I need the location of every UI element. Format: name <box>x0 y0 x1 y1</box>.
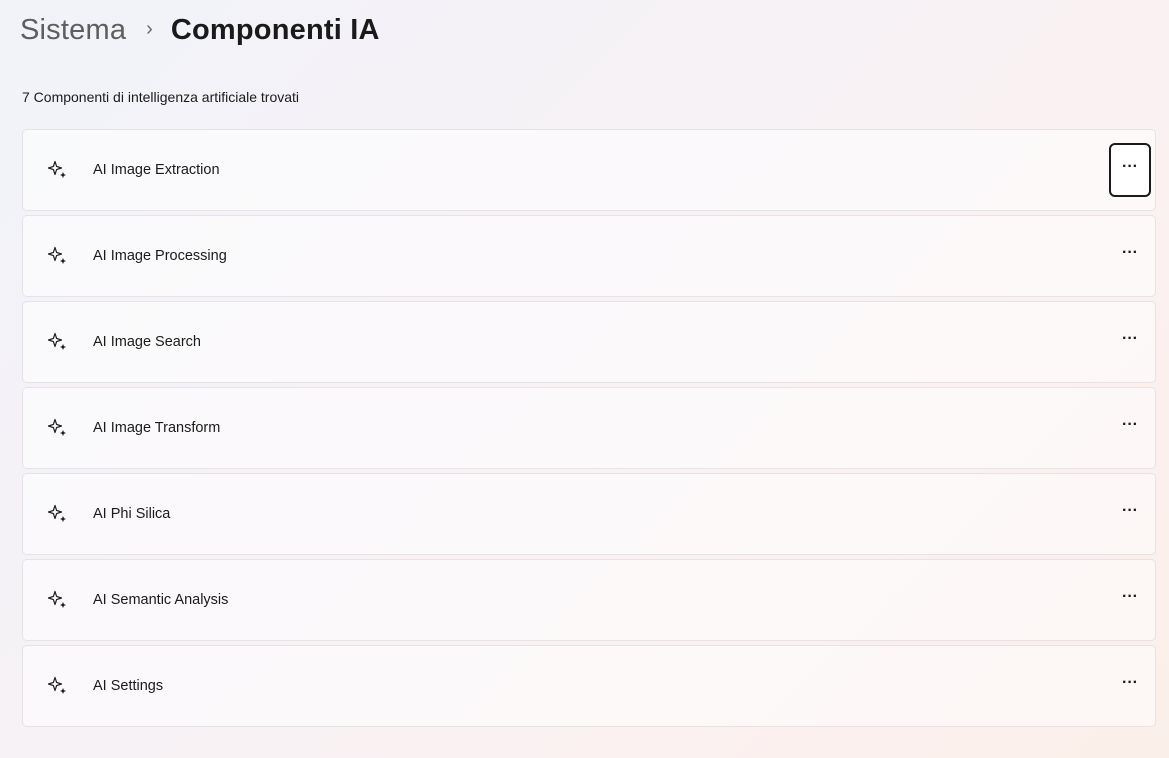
more-icon: ··· <box>1122 330 1138 347</box>
component-name: AI Image Extraction <box>93 162 220 178</box>
more-options-button[interactable]: ··· <box>1109 315 1151 369</box>
more-icon: ··· <box>1122 416 1138 433</box>
more-icon: ··· <box>1122 158 1138 175</box>
sparkle-icon <box>47 675 69 697</box>
component-name: AI Phi Silica <box>93 506 171 522</box>
component-name: AI Image Search <box>93 334 201 350</box>
components-list: AI Image Extraction ··· AI Image Process… <box>22 129 1156 727</box>
components-count-text: 7 Componenti di intelligenza artificiale… <box>22 89 300 105</box>
sparkle-icon <box>47 589 69 611</box>
more-options-button[interactable]: ··· <box>1109 659 1151 713</box>
sparkle-icon <box>47 159 69 181</box>
breadcrumb-chevron-icon: › <box>146 17 153 40</box>
list-item[interactable]: AI Image Extraction ··· <box>22 129 1156 211</box>
list-item[interactable]: AI Image Search ··· <box>22 301 1156 383</box>
list-item[interactable]: AI Image Transform ··· <box>22 387 1156 469</box>
more-options-button[interactable]: ··· <box>1109 143 1151 197</box>
more-options-button[interactable]: ··· <box>1109 401 1151 455</box>
more-icon: ··· <box>1122 674 1138 691</box>
more-icon: ··· <box>1122 588 1138 605</box>
more-options-button[interactable]: ··· <box>1109 487 1151 541</box>
list-item[interactable]: AI Image Processing ··· <box>22 215 1156 297</box>
breadcrumb-parent-link[interactable]: Sistema <box>20 14 126 47</box>
list-item[interactable]: AI Settings ··· <box>22 645 1156 727</box>
sparkle-icon <box>47 331 69 353</box>
more-icon: ··· <box>1122 502 1138 519</box>
list-item[interactable]: AI Phi Silica ··· <box>22 473 1156 555</box>
more-icon: ··· <box>1122 244 1138 261</box>
page-title: Componenti IA <box>170 13 380 46</box>
component-name: AI Settings <box>93 678 164 694</box>
component-name: AI Image Processing <box>93 248 227 264</box>
more-options-button[interactable]: ··· <box>1109 573 1151 627</box>
sparkle-icon <box>47 503 69 525</box>
breadcrumb: Sistema › Componenti IA <box>20 8 380 52</box>
sparkle-icon <box>47 417 69 439</box>
list-item[interactable]: AI Semantic Analysis ··· <box>22 559 1156 641</box>
component-name: AI Semantic Analysis <box>93 592 229 608</box>
more-options-button[interactable]: ··· <box>1109 229 1151 283</box>
component-name: AI Image Transform <box>93 420 221 436</box>
sparkle-icon <box>47 245 69 267</box>
